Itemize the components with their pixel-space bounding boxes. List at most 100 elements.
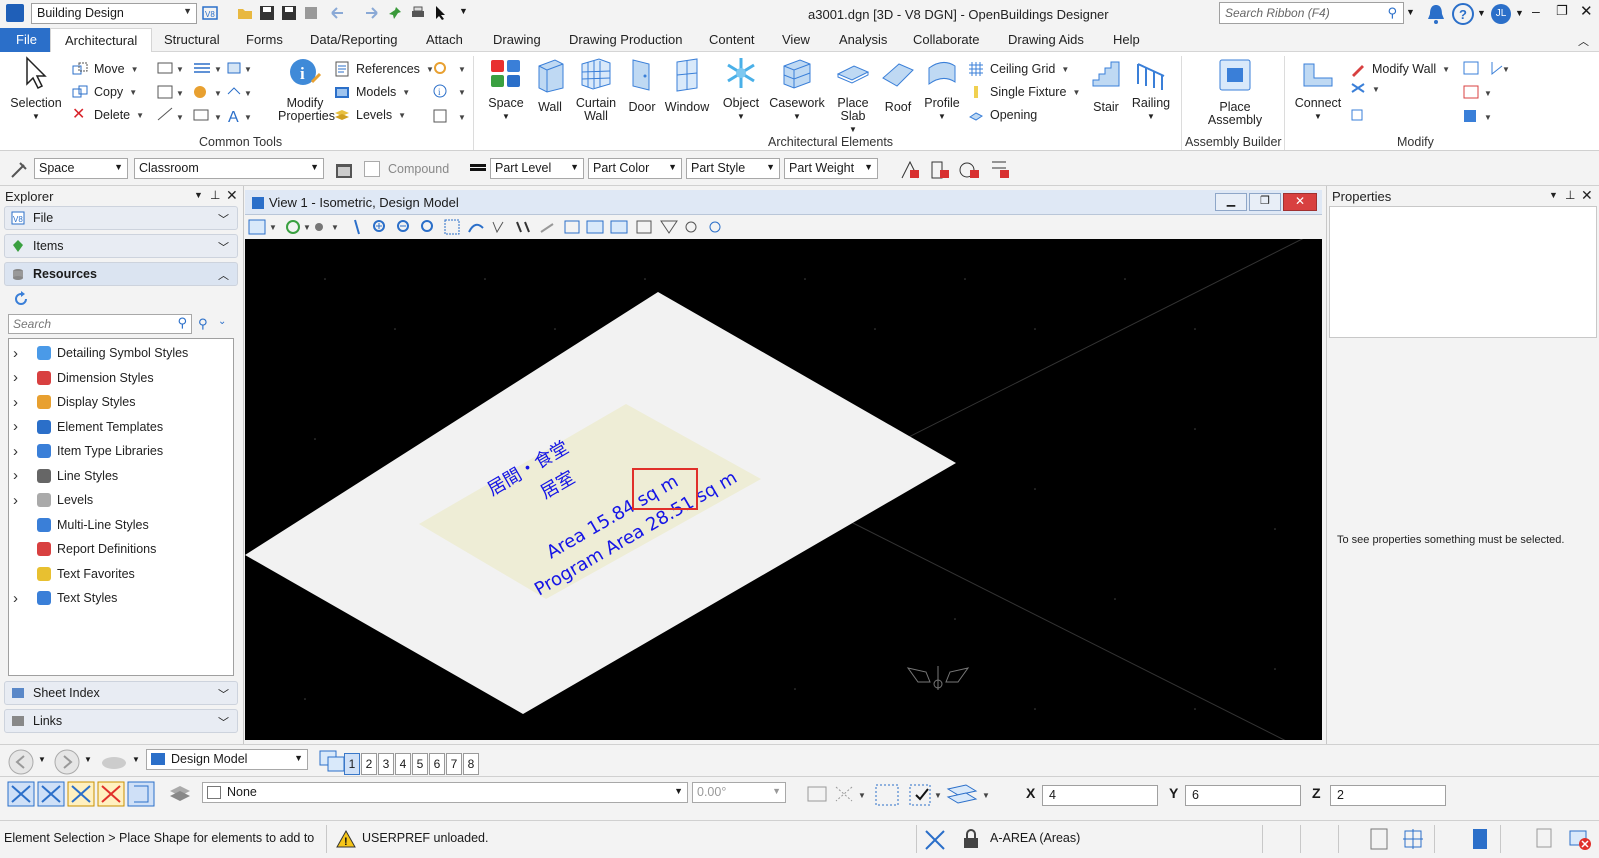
chevron-right-icon[interactable]: ›	[13, 590, 25, 607]
pin-icon[interactable]	[388, 5, 404, 21]
pin-icon[interactable]: ⊥	[210, 188, 220, 202]
pane-menu-icon[interactable]: ▼	[1549, 190, 1558, 200]
redo-icon[interactable]	[364, 5, 380, 21]
element-selection-tools-icon[interactable]: ▼ ▼ ▼ ▼ ▼ ▼ ▼ ▼ A ▼	[156, 60, 256, 126]
curtain-wall-button[interactable]: Curtain Wall	[572, 56, 620, 123]
design-history-icon[interactable]	[1368, 827, 1390, 851]
section-sheet-index[interactable]: Sheet Index ﹀	[4, 681, 238, 705]
refresh-icon[interactable]	[12, 290, 30, 308]
tree-item-element-templates[interactable]: › Element Templates	[13, 417, 163, 437]
restore-window-button[interactable]: ❐	[1556, 3, 1568, 19]
levels-button[interactable]: Levels ▼	[334, 106, 406, 124]
view-8-button[interactable]: 8	[463, 753, 479, 775]
print-status-icon[interactable]	[1534, 827, 1554, 849]
qat-customize-icon[interactable]: ▼	[459, 6, 468, 16]
expand-all-icon[interactable]: ⌄	[218, 316, 226, 327]
stair-button[interactable]: Stair	[1084, 56, 1128, 114]
tree-item-item-type-libraries[interactable]: › Item Type Libraries	[13, 441, 163, 461]
pin-icon[interactable]: ⊥	[1565, 188, 1575, 202]
section-resources[interactable]: Resources ︿	[4, 262, 238, 286]
tab-forms[interactable]: Forms	[246, 32, 283, 47]
minimize-window-button[interactable]: –	[1532, 3, 1540, 19]
chevron-right-icon[interactable]: ›	[13, 443, 25, 460]
selection-mode-icons[interactable]	[6, 780, 156, 808]
view-control-tools-icon[interactable]: ▼ ▼ ▼	[247, 218, 727, 236]
chevron-right-icon[interactable]: ›	[13, 418, 25, 435]
snap-mode-dropdown[interactable]: None ▼	[202, 782, 688, 803]
tree-item-line-styles[interactable]: › Line Styles	[13, 466, 118, 486]
profile-button[interactable]: Profile ▼	[918, 56, 966, 123]
chevron-right-icon[interactable]: ›	[13, 394, 25, 411]
back-icon[interactable]	[8, 749, 34, 775]
angle-input[interactable]: 0.00° ▼	[692, 782, 786, 803]
connect-button[interactable]: Connect ▼	[1292, 56, 1344, 123]
railing-button[interactable]: Railing ▼	[1126, 56, 1176, 123]
pick-part-icon[interactable]	[10, 161, 28, 179]
help-icon[interactable]: ?	[1452, 3, 1474, 25]
print-icon[interactable]	[410, 5, 426, 21]
references-button[interactable]: References ▼	[334, 60, 434, 78]
chevron-right-icon[interactable]: ›	[13, 492, 25, 509]
model-type-icon[interactable]	[100, 751, 128, 773]
ribbon-collapse-icon[interactable]: ︿	[1578, 33, 1589, 49]
workflow-dropdown[interactable]: Building Design ▼	[31, 3, 197, 24]
tree-item-display-styles[interactable]: › Display Styles	[13, 392, 136, 412]
warning-icon[interactable]: !	[336, 829, 356, 849]
ribbon-search-input[interactable]: Search Ribbon (F4) ⚲	[1219, 2, 1404, 24]
tree-item-dimension-styles[interactable]: › Dimension Styles	[13, 368, 154, 388]
compound-checkbox[interactable]	[364, 161, 380, 177]
view-minimize-button[interactable]: ▁	[1215, 193, 1247, 211]
tab-attach[interactable]: Attach	[426, 32, 463, 47]
pane-menu-icon[interactable]: ▼	[194, 190, 203, 200]
move-button[interactable]: Move ▼	[72, 60, 139, 78]
modify-extra-tools-icon[interactable]: ▼ ▼ ▼	[1462, 60, 1532, 126]
line-weight-icon[interactable]	[470, 164, 486, 171]
v8-toggle-icon[interactable]: V8	[202, 5, 218, 21]
close-window-button[interactable]: ✕	[1580, 2, 1593, 20]
view-groups-icon[interactable]	[318, 749, 346, 773]
tab-help[interactable]: Help	[1113, 32, 1140, 47]
place-assembly-button[interactable]: Place Assembly	[1190, 56, 1280, 127]
open-folder-icon[interactable]	[237, 5, 253, 21]
tree-item-detailing-symbol-styles[interactable]: › Detailing Symbol Styles	[13, 343, 188, 363]
chevron-right-icon[interactable]: ›	[13, 345, 25, 362]
user-dropdown-icon[interactable]: ▼	[1515, 8, 1524, 18]
cursor-icon[interactable]	[433, 5, 449, 21]
compound-cell-icon[interactable]	[334, 160, 354, 180]
level-dropdown[interactable]: Part Level ▼	[490, 158, 584, 179]
model-dropdown[interactable]: Design Model ▼	[146, 749, 308, 770]
x-coordinate-input[interactable]: 4	[1042, 785, 1158, 806]
view-rotation-cube-icon[interactable]	[906, 666, 970, 690]
app-logo-icon[interactable]	[6, 4, 24, 22]
view-2-button[interactable]: 2	[361, 753, 377, 775]
casework-button[interactable]: Casework ▼	[766, 56, 828, 123]
back-dropdown-icon[interactable]: ▼	[38, 755, 46, 764]
tree-item-text-favorites[interactable]: Text Favorites	[13, 564, 135, 584]
view-5-button[interactable]: 5	[412, 753, 428, 775]
forward-icon[interactable]	[54, 749, 80, 775]
place-slab-button[interactable]: Place Slab ▼	[830, 56, 876, 136]
resources-search-input[interactable]: Search ⚲	[8, 314, 192, 334]
connection-status-icon[interactable]	[1568, 827, 1592, 851]
section-file[interactable]: V8 File ﹀	[4, 206, 238, 230]
view-4-button[interactable]: 4	[395, 753, 411, 775]
search-options-icon[interactable]: ▼	[1406, 7, 1415, 17]
tab-drawing-production[interactable]: Drawing Production	[569, 32, 682, 47]
tree-item-report-definitions[interactable]: Report Definitions	[13, 539, 156, 559]
tab-file[interactable]: File	[0, 28, 50, 52]
opening-button[interactable]: Opening	[968, 106, 1037, 124]
undo-icon[interactable]	[329, 5, 345, 21]
save-icon[interactable]	[259, 5, 275, 21]
isometric-scene[interactable]: 居間・食堂 居室 Area 15.84 sq m Program Area 28…	[245, 239, 1322, 740]
space-button[interactable]: Space ▼	[482, 56, 530, 123]
compress-icon[interactable]	[303, 5, 319, 21]
modify-tools-icon[interactable]: ▼	[1350, 82, 1390, 128]
style-dropdown[interactable]: Part Style ▼	[686, 158, 780, 179]
color-dropdown[interactable]: Part Color ▼	[588, 158, 682, 179]
active-level-status[interactable]: A-AREA (Areas)	[990, 831, 1080, 845]
tab-collaborate[interactable]: Collaborate	[913, 32, 980, 47]
models-button[interactable]: Models ▼	[334, 83, 410, 101]
lock-icon[interactable]	[962, 829, 980, 849]
y-coordinate-input[interactable]: 6	[1185, 785, 1301, 806]
lock-tools-icon[interactable]	[898, 158, 1018, 182]
